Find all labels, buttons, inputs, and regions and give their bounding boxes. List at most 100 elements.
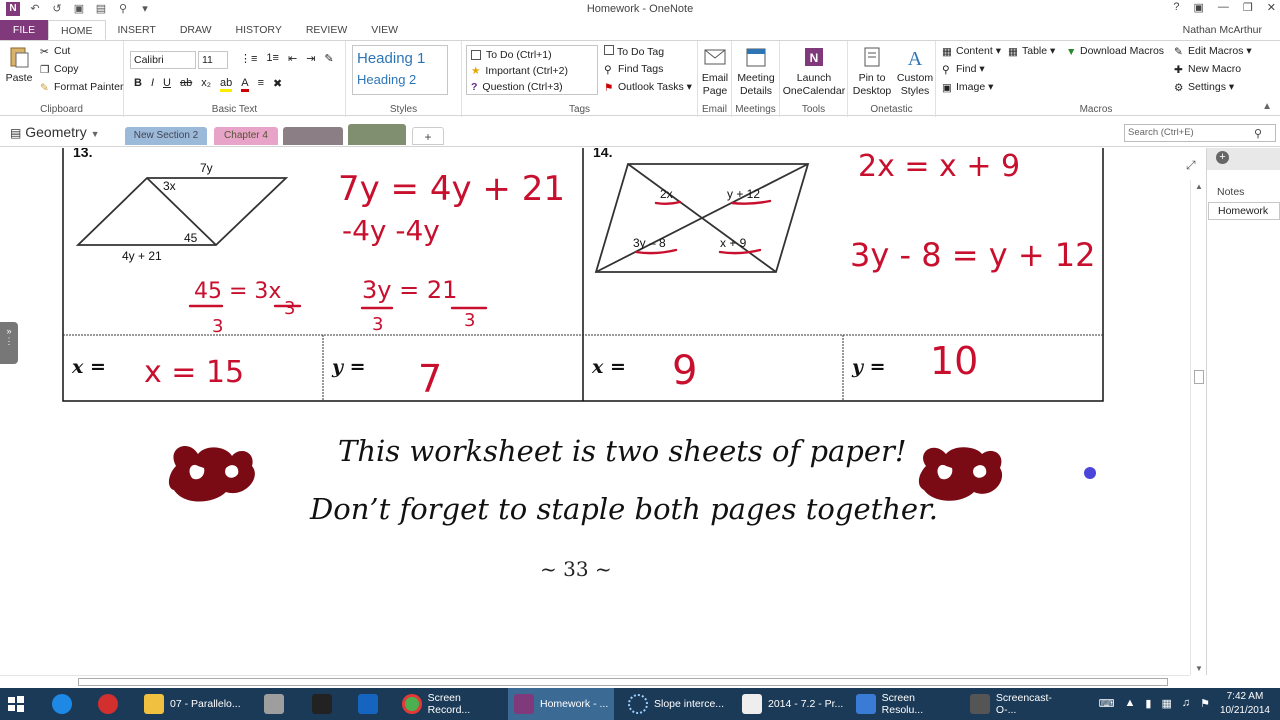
outdent-icon[interactable]: ⇤ bbox=[288, 52, 297, 65]
tag-question[interactable]: ? Question (Ctrl+3) bbox=[471, 79, 593, 95]
start-button[interactable] bbox=[0, 688, 40, 720]
taskbar-acrobat[interactable] bbox=[92, 688, 132, 720]
taskbar-screen-resolution[interactable]: Screen Resolu... bbox=[850, 688, 958, 720]
find-tags-button[interactable]: ⚲ Find Tags bbox=[604, 63, 663, 76]
notebook-selector[interactable]: ▤ Geometry ▼ bbox=[10, 124, 100, 140]
format-brush-icon[interactable]: ✎ bbox=[324, 52, 333, 65]
expand-page-tabs-handle[interactable]: » ⋮ bbox=[0, 322, 18, 364]
battery-icon[interactable]: ▮ bbox=[1145, 697, 1151, 710]
underline-button[interactable]: U bbox=[163, 77, 171, 92]
taskbar-app[interactable] bbox=[306, 688, 346, 720]
download-macros-button[interactable]: ▼ Download Macros bbox=[1066, 45, 1164, 58]
numbering-icon[interactable]: 1≡ bbox=[266, 52, 279, 65]
onenote-calendar-icon: N bbox=[805, 48, 823, 66]
bold-button[interactable]: B bbox=[134, 77, 142, 92]
taskbar-chrome[interactable]: Screen Record... bbox=[396, 688, 504, 720]
highlight-icon[interactable]: ab bbox=[220, 77, 233, 92]
close-icon[interactable]: ✕ bbox=[1267, 1, 1276, 14]
tab-review[interactable]: REVIEW bbox=[294, 20, 359, 40]
ribbon: Paste ✂ Cut ❐ Copy ✎ Format Painter Clipboa… bbox=[0, 40, 1280, 117]
todo-tag-button[interactable]: To Do Tag bbox=[604, 45, 664, 58]
ribbon-options-icon[interactable]: ▣ bbox=[1194, 1, 1204, 14]
taskbar-screencast[interactable]: Screencast-O-... bbox=[964, 688, 1072, 720]
copy-button[interactable]: ❐ Copy bbox=[40, 63, 79, 76]
section-tab-3[interactable] bbox=[283, 127, 343, 145]
section-tab-current[interactable] bbox=[348, 124, 406, 145]
taskbar-ie[interactable] bbox=[46, 688, 86, 720]
scroll-up-icon[interactable]: ▲ bbox=[1195, 182, 1203, 191]
paste-button[interactable]: Paste bbox=[4, 45, 34, 85]
tab-insert[interactable]: INSERT bbox=[106, 20, 168, 40]
network-icon[interactable]: ▦ bbox=[1161, 697, 1171, 710]
pin-to-desktop-button[interactable]: Pin to Desktop bbox=[850, 45, 894, 98]
image-menu-button[interactable]: ▣ Image ▾ bbox=[942, 81, 993, 94]
section-tab-new-section-2[interactable]: New Section 2 bbox=[125, 127, 207, 145]
page-item-homework[interactable]: Homework bbox=[1208, 202, 1280, 220]
restore-icon[interactable]: ❐ bbox=[1243, 1, 1253, 14]
collapse-ribbon-icon[interactable]: ▲ bbox=[1262, 101, 1272, 112]
font-color-icon[interactable]: A bbox=[241, 77, 249, 92]
outlook-tasks-button[interactable]: ⚑ Outlook Tasks ▾ bbox=[604, 81, 692, 94]
vertical-scrollbar[interactable]: ▲ ▼ bbox=[1190, 180, 1206, 675]
scroll-down-icon[interactable]: ▼ bbox=[1195, 664, 1203, 673]
tab-file[interactable]: FILE bbox=[0, 20, 48, 40]
subscript-icon[interactable]: x₂ bbox=[201, 77, 211, 92]
add-page-icon[interactable]: + bbox=[1216, 151, 1229, 164]
horizontal-scrollbar[interactable] bbox=[0, 675, 1190, 688]
vertical-scroll-thumb[interactable] bbox=[1194, 370, 1204, 384]
find-menu-button[interactable]: ⚲ Find ▾ bbox=[942, 63, 985, 76]
keyboard-icon[interactable]: ⌨ bbox=[1099, 697, 1115, 710]
horizontal-scroll-thumb[interactable] bbox=[78, 678, 1168, 686]
tab-view[interactable]: VIEW bbox=[359, 20, 410, 40]
user-name[interactable]: Nathan McArthur bbox=[1183, 24, 1262, 36]
taskbar-2014[interactable]: 2014 - 7.2 - Pr... bbox=[736, 688, 844, 720]
search-icon[interactable]: ⚲ bbox=[1254, 127, 1262, 140]
meeting-details-button[interactable]: Meeting Details bbox=[734, 45, 778, 98]
bullets-icon[interactable]: ⋮≡ bbox=[240, 52, 257, 65]
minimize-icon[interactable]: — bbox=[1218, 1, 1229, 14]
add-section-button[interactable]: + bbox=[412, 127, 444, 145]
custom-styles-button[interactable]: A Custom Styles bbox=[894, 45, 936, 98]
new-macro-button[interactable]: ✚ New Macro bbox=[1174, 63, 1241, 76]
tab-history[interactable]: HISTORY bbox=[224, 20, 294, 40]
taskbar-outlook[interactable] bbox=[352, 688, 392, 720]
tab-home[interactable]: HOME bbox=[48, 20, 106, 40]
onetastic-group: Pin to Desktop A Custom Styles Onetastic bbox=[848, 41, 936, 117]
font-name-box[interactable]: Calibri bbox=[130, 51, 196, 69]
taskbar-calculator[interactable] bbox=[258, 688, 298, 720]
email-page-button[interactable]: Email Page bbox=[698, 45, 732, 98]
volume-icon[interactable]: ♫ bbox=[1182, 697, 1190, 710]
tags-gallery[interactable]: To Do (Ctrl+1) ★ Important (Ctrl+2) ? Ques… bbox=[466, 45, 598, 95]
email-group: Email Page Email bbox=[698, 41, 732, 117]
launch-onecalendar-button[interactable]: N Launch OneCalendar bbox=[782, 45, 846, 98]
strikethrough-icon[interactable]: ab bbox=[180, 77, 192, 92]
tag-important[interactable]: ★ Important (Ctrl+2) bbox=[471, 63, 593, 79]
fullpage-icon[interactable]: ⤢ bbox=[1186, 158, 1196, 173]
style-heading1[interactable]: Heading 1 bbox=[357, 48, 443, 70]
edit-macros-button[interactable]: ✎ Edit Macros ▾ bbox=[1174, 45, 1252, 58]
taskbar-slope[interactable]: Slope interce... bbox=[622, 688, 730, 720]
format-painter-button[interactable]: ✎ Format Painter bbox=[40, 81, 123, 94]
tag-todo[interactable]: To Do (Ctrl+1) bbox=[471, 47, 593, 63]
font-size-box[interactable]: 11 bbox=[198, 51, 228, 69]
section-tab-chapter-4[interactable]: Chapter 4 bbox=[214, 127, 278, 145]
clear-format-icon[interactable]: ✖ bbox=[273, 77, 282, 92]
taskbar-explorer[interactable]: 07 - Parallelo... bbox=[138, 688, 258, 720]
style-heading2[interactable]: Heading 2 bbox=[357, 70, 443, 90]
action-icon[interactable]: ⚑ bbox=[1200, 697, 1210, 710]
indent-icon[interactable]: ⇥ bbox=[306, 52, 315, 65]
page-canvas[interactable]: 7y 3x 45 4y + 21 2x y + 12 3y – 8 x + 9 … bbox=[0, 148, 1190, 675]
settings-button[interactable]: ⚙ Settings ▾ bbox=[1174, 81, 1234, 94]
tab-draw[interactable]: DRAW bbox=[168, 20, 224, 40]
clock[interactable]: 7:42 AM 10/21/2014 bbox=[1220, 690, 1270, 718]
styles-gallery[interactable]: Heading 1 Heading 2 bbox=[352, 45, 448, 95]
cut-button[interactable]: ✂ Cut bbox=[40, 45, 70, 58]
cursor-app-icon bbox=[312, 694, 332, 714]
tray-up-icon[interactable]: ▲ bbox=[1125, 697, 1136, 710]
align-icon[interactable]: ≡ bbox=[258, 77, 264, 92]
content-menu-button[interactable]: ▦ Content ▾ bbox=[942, 45, 1001, 58]
help-icon[interactable]: ? bbox=[1173, 1, 1179, 14]
italic-button[interactable]: I bbox=[151, 77, 154, 92]
taskbar-onenote[interactable]: Homework - ... bbox=[508, 688, 614, 720]
table-menu-button[interactable]: ▦ Table ▾ bbox=[1008, 45, 1055, 58]
